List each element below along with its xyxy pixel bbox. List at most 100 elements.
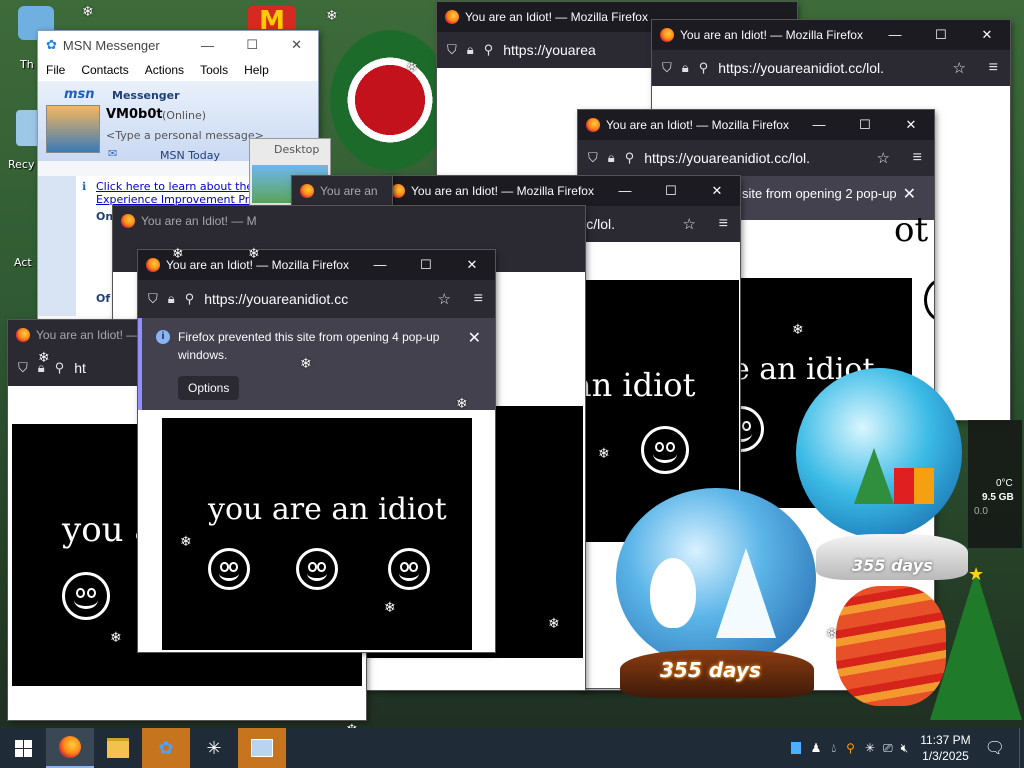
msn-personal-message-input[interactable]: <Type a personal message> (106, 129, 264, 142)
shield-icon[interactable]: ⛉ (18, 360, 28, 376)
permissions-icon[interactable]: ⚲ (699, 60, 709, 76)
volume-muted-icon[interactable]: 🔇︎ (901, 741, 909, 756)
close-button[interactable]: ✕ (449, 250, 495, 280)
maximize-button[interactable]: ☐ (842, 110, 888, 140)
snowflake-icon: ❄ (406, 60, 418, 76)
droplet-icon[interactable]: 💧︎ (831, 741, 836, 756)
taskbar-app-button[interactable] (238, 728, 286, 768)
firefox-f-titlebar[interactable]: You are an Idiot! — M (113, 206, 585, 236)
msn-menu-help[interactable]: Help (244, 63, 269, 77)
search-tray-icon[interactable]: ⚲ (846, 741, 855, 755)
lock-icon[interactable]: 🔒︎ (608, 150, 615, 166)
firefox-icon (300, 184, 314, 198)
shield-icon[interactable]: ⛉ (662, 60, 672, 76)
msn-menu-contacts[interactable]: Contacts (81, 63, 128, 77)
shield-icon[interactable]: ⛉ (588, 150, 598, 166)
msn-email-icon[interactable]: ✉ (108, 147, 117, 160)
taskbar-snow-button[interactable]: ✳ (190, 728, 238, 768)
snow-globe-small[interactable] (796, 368, 962, 538)
close-button[interactable]: ✕ (888, 110, 934, 140)
permissions-icon[interactable]: ⚲ (185, 291, 195, 307)
msn-status[interactable]: (Online) (162, 109, 206, 122)
show-desktop-button[interactable] (1019, 728, 1024, 768)
firefox-g-url[interactable]: ht (74, 360, 86, 376)
minimize-button[interactable]: — (602, 176, 648, 206)
gadget-temp: 0°C (996, 478, 1013, 489)
msn-info-link-2[interactable]: Experience Improvement Progra (96, 193, 274, 206)
close-notification-button[interactable]: ✕ (903, 184, 916, 204)
msn-titlebar[interactable]: ✿ MSN Messenger — ☐ ✕ (38, 31, 318, 59)
taskbar-msn-button[interactable]: ✿ (142, 728, 190, 768)
bookmark-star-icon[interactable]: ☆ (683, 215, 696, 233)
minimize-button[interactable]: — (872, 20, 918, 50)
msn-minimize-button[interactable]: — (201, 38, 214, 53)
msn-maximize-button[interactable]: ☐ (246, 37, 258, 53)
clock-date: 1/3/2025 (922, 749, 969, 763)
minimize-button[interactable]: — (357, 250, 403, 280)
close-button[interactable]: ✕ (964, 20, 1010, 50)
network-icon[interactable]: ⎚ (883, 741, 893, 756)
hamburger-menu-icon[interactable]: ≡ (913, 149, 922, 167)
snow-globe-large-days: 355 days (660, 658, 761, 682)
close-button[interactable]: ✕ (694, 176, 740, 206)
close-notification-button[interactable]: ✕ (468, 328, 481, 348)
firefox-b-titlebar[interactable]: You are an Idiot! — Mozilla Firefox — ☐ ✕ (652, 20, 1010, 50)
hamburger-menu-icon[interactable]: ≡ (989, 59, 998, 77)
msn-menu-actions[interactable]: Actions (145, 63, 184, 77)
taskbar-firefox-button[interactable] (46, 728, 94, 768)
firefox-a-url[interactable]: https://youarea (503, 42, 596, 58)
firefox-main-titlebar[interactable]: You are an Idiot! — Mozilla Firefox — ☐ ✕ (138, 250, 495, 280)
bookmark-star-icon[interactable]: ☆ (438, 290, 451, 308)
snowflake-tray-icon[interactable]: ✳ (865, 741, 875, 755)
clock[interactable]: 11:37 PM 1/3/2025 (920, 732, 970, 764)
msn-close-button[interactable]: ✕ (291, 37, 302, 53)
firefox-b-url[interactable]: https://youareanidiot.cc/lol. (718, 60, 884, 76)
firefox-window-main[interactable]: You are an Idiot! — Mozilla Firefox — ☐ ✕ … (138, 250, 495, 652)
maximize-button[interactable]: ☐ (918, 20, 964, 50)
msn-icon: ✿ (158, 737, 174, 759)
maximize-button[interactable]: ☐ (403, 250, 449, 280)
tray-icon-1[interactable] (790, 742, 801, 754)
msn-avatar[interactable] (46, 105, 100, 153)
firefox-a-title: You are an Idiot! — Mozilla Firefox (465, 10, 648, 24)
notifications-icon[interactable]: 🗨︎ (985, 738, 1005, 758)
msn-group-offline[interactable]: Of (96, 292, 110, 305)
snowflake-icon: ❄ (826, 626, 838, 642)
msn-menu-file[interactable]: File (46, 63, 65, 77)
msn-username[interactable]: VM0b0t (106, 107, 163, 122)
firefox-c-url[interactable]: https://youareanidiot.cc/lol. (644, 150, 810, 166)
msn-info-link-1[interactable]: Click here to learn about the Cu (96, 180, 271, 193)
window-preview-icon (251, 739, 273, 757)
firefox-g-title: You are an Idiot! — M (36, 328, 152, 342)
snow-globe-large[interactable] (616, 488, 816, 668)
permissions-icon[interactable]: ⚲ (625, 150, 635, 166)
windows-start-button[interactable] (0, 728, 46, 768)
lock-icon[interactable]: 🔒︎ (682, 60, 689, 76)
firefox-main-url[interactable]: https://youareanidiot.cc (204, 291, 348, 307)
hamburger-menu-icon[interactable]: ≡ (719, 215, 728, 233)
system-gadget[interactable]: 0°C 9.5 GB 0.0 (968, 420, 1022, 548)
msn-group-online[interactable]: On (96, 210, 113, 223)
msn-today-link[interactable]: MSN Today (160, 149, 220, 162)
maximize-button[interactable]: ☐ (648, 176, 694, 206)
options-button[interactable]: Options (178, 376, 240, 400)
recycle-bin-label: Recy (8, 158, 35, 171)
hamburger-menu-icon[interactable]: ≡ (474, 290, 483, 308)
people-icon[interactable]: ♟ (811, 741, 822, 755)
permissions-icon[interactable]: ⚲ (484, 42, 494, 58)
firefox-e-titlebar[interactable]: You are an (292, 176, 392, 206)
shield-icon[interactable]: ⛉ (148, 291, 158, 307)
msn-menu-tools[interactable]: Tools (200, 63, 228, 77)
taskbar-file-explorer-button[interactable] (94, 728, 142, 768)
permissions-icon[interactable]: ⚲ (55, 360, 65, 376)
lock-icon[interactable]: 🔒︎ (467, 42, 474, 58)
minimize-button[interactable]: — (796, 110, 842, 140)
firefox-c-titlebar[interactable]: You are an Idiot! — Mozilla Firefox — ☐ ✕ (578, 110, 934, 140)
pine-tree (854, 448, 894, 504)
lock-icon[interactable]: 🔒︎ (168, 291, 175, 307)
firefox-d-titlebar[interactable]: You are an Idiot! — Mozilla Firefox — ☐ ✕ (383, 176, 740, 206)
firefox-icon (59, 736, 81, 758)
bookmark-star-icon[interactable]: ☆ (953, 59, 966, 77)
bookmark-star-icon[interactable]: ☆ (877, 149, 890, 167)
shield-icon[interactable]: ⛉ (447, 42, 457, 58)
